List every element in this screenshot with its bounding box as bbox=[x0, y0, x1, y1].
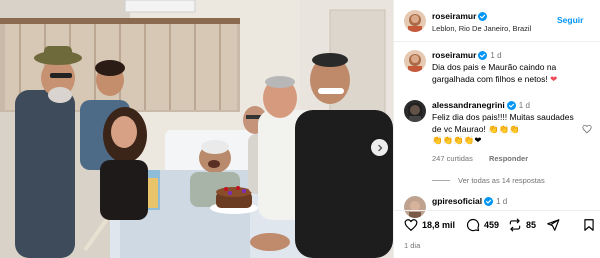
share-icon bbox=[547, 219, 560, 231]
caption-text-content: Dia dos pais e Maurão caindo na gargalha… bbox=[432, 62, 557, 84]
comment-count: 459 bbox=[484, 220, 500, 230]
post-location[interactable]: Leblon, Rio De Janeiro, Brazil bbox=[432, 24, 531, 33]
comment-like-count[interactable]: 247 curtidas bbox=[432, 154, 473, 163]
like-count: 18,8 mil bbox=[422, 220, 456, 230]
commenter-username[interactable]: alessandranegrini bbox=[432, 100, 505, 110]
caption-username[interactable]: roseiramur bbox=[432, 50, 476, 60]
caption-time: 1 d bbox=[490, 50, 502, 60]
repost-icon bbox=[509, 218, 521, 232]
comment-like-heart-icon[interactable] bbox=[582, 124, 592, 134]
post-side-panel: roseiramur Leblon, Rio De Janeiro, Brazi… bbox=[393, 0, 600, 258]
comment-time: 1 d bbox=[496, 196, 508, 206]
emoji-line: 👏👏👏👏❤ bbox=[432, 135, 482, 145]
post-date: 1 dia bbox=[404, 241, 421, 250]
author-username[interactable]: roseiramur bbox=[432, 11, 476, 21]
verified-badge-icon bbox=[478, 11, 488, 21]
heart-icon bbox=[404, 219, 418, 232]
commenter-username[interactable]: gpiresoficial bbox=[432, 196, 482, 206]
comment-time: 1 d bbox=[518, 100, 530, 110]
heart-emoji: ❤ bbox=[550, 73, 558, 84]
caption-text: Dia dos pais e Maurão caindo na gargalha… bbox=[432, 62, 592, 85]
family-photo-illustration bbox=[0, 0, 393, 258]
post-actions-bar: 18,8 mil 459 85 1 dia bbox=[394, 210, 600, 258]
share-count: 85 bbox=[526, 220, 537, 230]
verified-badge-icon bbox=[478, 50, 488, 60]
verified-badge-icon bbox=[506, 100, 516, 110]
post-photo[interactable] bbox=[0, 0, 393, 258]
share-button[interactable] bbox=[546, 218, 564, 232]
author-avatar[interactable] bbox=[404, 50, 426, 72]
like-button[interactable]: 18,8 mil bbox=[404, 218, 455, 232]
reply-button[interactable]: Responder bbox=[489, 154, 528, 163]
save-icon bbox=[584, 219, 594, 231]
view-replies-button[interactable]: Ver todas as 14 respostas bbox=[432, 176, 545, 185]
commenter-avatar[interactable] bbox=[404, 100, 426, 122]
comment-button[interactable]: 459 bbox=[466, 218, 499, 232]
next-image-button[interactable] bbox=[371, 139, 388, 156]
clap-emoji: 👏👏👏 bbox=[488, 123, 521, 134]
view-replies-label: Ver todas as 14 respostas bbox=[458, 176, 545, 185]
chevron-right-icon bbox=[377, 144, 382, 151]
author-avatar[interactable] bbox=[404, 10, 426, 32]
repost-button[interactable]: 85 bbox=[508, 218, 536, 232]
comment-icon bbox=[466, 218, 480, 232]
verified-badge-icon bbox=[484, 196, 494, 206]
replies-divider bbox=[432, 180, 450, 181]
comment-text: Feliz dia dos pais!!!! Muitas saudades d… bbox=[432, 112, 577, 147]
comment-meta: 247 curtidas Responder bbox=[432, 154, 542, 163]
post-header: roseiramur Leblon, Rio De Janeiro, Brazi… bbox=[394, 0, 600, 42]
save-button[interactable] bbox=[582, 218, 600, 232]
follow-button[interactable]: Seguir bbox=[557, 15, 583, 25]
